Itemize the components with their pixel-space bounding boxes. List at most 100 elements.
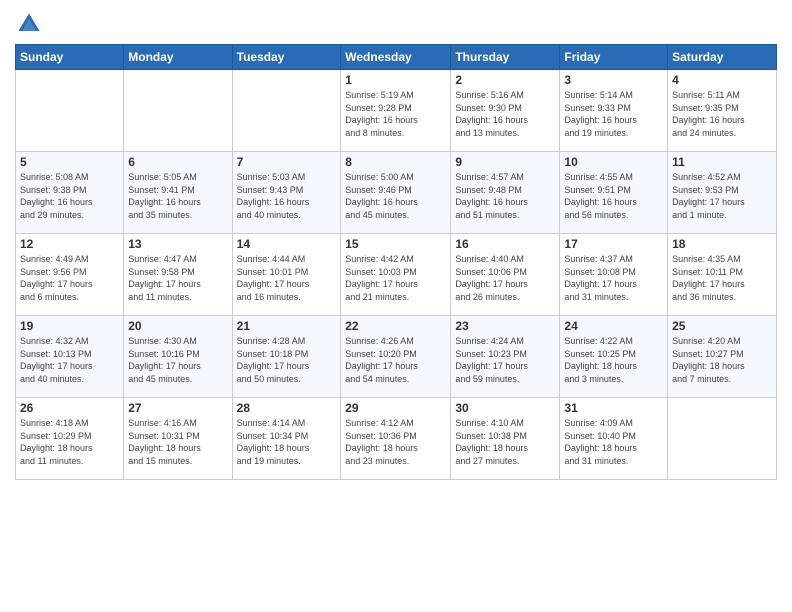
day-number: 6 — [128, 155, 227, 169]
day-number: 8 — [345, 155, 446, 169]
day-info: Sunrise: 4:32 AM Sunset: 10:13 PM Daylig… — [20, 335, 119, 385]
day-number: 1 — [345, 73, 446, 87]
calendar-cell: 21 Sunrise: 4:28 AM Sunset: 10:18 PM Dayl… — [232, 316, 341, 398]
logo — [15, 10, 47, 38]
day-info: Sunrise: 5:03 AM Sunset: 9:43 PM Dayligh… — [237, 171, 337, 221]
calendar-cell: 31 Sunrise: 4:09 AM Sunset: 10:40 PM Dayl… — [560, 398, 668, 480]
day-info: Sunrise: 5:14 AM Sunset: 9:33 PM Dayligh… — [564, 89, 663, 139]
calendar-cell: 11 Sunrise: 4:52 AM Sunset: 9:53 PM Dayli… — [668, 152, 777, 234]
day-info: Sunrise: 5:08 AM Sunset: 9:38 PM Dayligh… — [20, 171, 119, 221]
calendar-cell: 1Sunrise: 5:19 AM Sunset: 9:28 PM Daylig… — [341, 70, 451, 152]
calendar-cell — [124, 70, 232, 152]
day-number: 27 — [128, 401, 227, 415]
calendar-cell: 13Sunrise: 4:47 AM Sunset: 9:58 PM Dayli… — [124, 234, 232, 316]
calendar-cell: 18Sunrise: 4:35 AM Sunset: 10:11 PM Dayl… — [668, 234, 777, 316]
day-number: 11 — [672, 155, 772, 169]
calendar-cell: 25 Sunrise: 4:20 AM Sunset: 10:27 PM Dayl… — [668, 316, 777, 398]
day-info: Sunrise: 4:35 AM Sunset: 10:11 PM Daylig… — [672, 253, 772, 303]
calendar-cell: 10 Sunrise: 4:55 AM Sunset: 9:51 PM Dayli… — [560, 152, 668, 234]
day-info: Sunrise: 4:10 AM Sunset: 10:38 PM Daylig… — [455, 417, 555, 467]
calendar-cell: 6 Sunrise: 5:05 AM Sunset: 9:41 PM Daylig… — [124, 152, 232, 234]
day-info: Sunrise: 4:49 AM Sunset: 9:56 PM Dayligh… — [20, 253, 119, 303]
day-number: 15 — [345, 237, 446, 251]
day-info: Sunrise: 4:42 AM Sunset: 10:03 PM Daylig… — [345, 253, 446, 303]
day-info: Sunrise: 4:24 AM Sunset: 10:23 PM Daylig… — [455, 335, 555, 385]
calendar-cell: 2 Sunrise: 5:16 AM Sunset: 9:30 PM Daylig… — [451, 70, 560, 152]
calendar-day-header: Thursday — [451, 45, 560, 70]
day-info: Sunrise: 4:57 AM Sunset: 9:48 PM Dayligh… — [455, 171, 555, 221]
calendar-cell — [668, 398, 777, 480]
day-info: Sunrise: 4:40 AM Sunset: 10:06 PM Daylig… — [455, 253, 555, 303]
calendar-cell: 17 Sunrise: 4:37 AM Sunset: 10:08 PM Dayl… — [560, 234, 668, 316]
day-number: 13 — [128, 237, 227, 251]
day-info: Sunrise: 5:00 AM Sunset: 9:46 PM Dayligh… — [345, 171, 446, 221]
day-number: 16 — [455, 237, 555, 251]
day-number: 14 — [237, 237, 337, 251]
calendar-week-row: 26Sunrise: 4:18 AM Sunset: 10:29 PM Dayl… — [16, 398, 777, 480]
calendar-week-row: 1Sunrise: 5:19 AM Sunset: 9:28 PM Daylig… — [16, 70, 777, 152]
day-number: 17 — [564, 237, 663, 251]
calendar-cell: 4 Sunrise: 5:11 AM Sunset: 9:35 PM Daylig… — [668, 70, 777, 152]
day-info: Sunrise: 4:16 AM Sunset: 10:31 PM Daylig… — [128, 417, 227, 467]
day-info: Sunrise: 4:12 AM Sunset: 10:36 PM Daylig… — [345, 417, 446, 467]
day-info: Sunrise: 4:37 AM Sunset: 10:08 PM Daylig… — [564, 253, 663, 303]
calendar-cell: 27 Sunrise: 4:16 AM Sunset: 10:31 PM Dayl… — [124, 398, 232, 480]
calendar-week-row: 5 Sunrise: 5:08 AM Sunset: 9:38 PM Daylig… — [16, 152, 777, 234]
calendar-cell: 15 Sunrise: 4:42 AM Sunset: 10:03 PM Dayl… — [341, 234, 451, 316]
calendar-day-header: Tuesday — [232, 45, 341, 70]
calendar-day-header: Wednesday — [341, 45, 451, 70]
calendar-day-header: Friday — [560, 45, 668, 70]
calendar-week-row: 19 Sunrise: 4:32 AM Sunset: 10:13 PM Dayl… — [16, 316, 777, 398]
calendar-cell: 23 Sunrise: 4:24 AM Sunset: 10:23 PM Dayl… — [451, 316, 560, 398]
day-info: Sunrise: 4:52 AM Sunset: 9:53 PM Dayligh… — [672, 171, 772, 221]
day-number: 31 — [564, 401, 663, 415]
day-number: 23 — [455, 319, 555, 333]
calendar-cell: 12 Sunrise: 4:49 AM Sunset: 9:56 PM Dayli… — [16, 234, 124, 316]
calendar-cell: 3 Sunrise: 5:14 AM Sunset: 9:33 PM Daylig… — [560, 70, 668, 152]
day-number: 12 — [20, 237, 119, 251]
calendar-cell: 19 Sunrise: 4:32 AM Sunset: 10:13 PM Dayl… — [16, 316, 124, 398]
day-info: Sunrise: 4:26 AM Sunset: 10:20 PM Daylig… — [345, 335, 446, 385]
calendar-cell: 29 Sunrise: 4:12 AM Sunset: 10:36 PM Dayl… — [341, 398, 451, 480]
calendar-cell: 26Sunrise: 4:18 AM Sunset: 10:29 PM Dayl… — [16, 398, 124, 480]
day-info: Sunrise: 4:20 AM Sunset: 10:27 PM Daylig… — [672, 335, 772, 385]
day-number: 24 — [564, 319, 663, 333]
calendar-cell: 28 Sunrise: 4:14 AM Sunset: 10:34 PM Dayl… — [232, 398, 341, 480]
day-number: 25 — [672, 319, 772, 333]
logo-icon — [15, 10, 43, 38]
day-number: 7 — [237, 155, 337, 169]
day-number: 10 — [564, 155, 663, 169]
day-number: 28 — [237, 401, 337, 415]
day-number: 22 — [345, 319, 446, 333]
day-info: Sunrise: 4:14 AM Sunset: 10:34 PM Daylig… — [237, 417, 337, 467]
day-number: 2 — [455, 73, 555, 87]
day-number: 26 — [20, 401, 119, 415]
day-info: Sunrise: 4:28 AM Sunset: 10:18 PM Daylig… — [237, 335, 337, 385]
day-number: 4 — [672, 73, 772, 87]
calendar-cell: 14Sunrise: 4:44 AM Sunset: 10:01 PM Dayl… — [232, 234, 341, 316]
calendar-table: SundayMondayTuesdayWednesdayThursdayFrid… — [15, 44, 777, 480]
day-number: 29 — [345, 401, 446, 415]
calendar-cell: 16 Sunrise: 4:40 AM Sunset: 10:06 PM Dayl… — [451, 234, 560, 316]
day-info: Sunrise: 4:30 AM Sunset: 10:16 PM Daylig… — [128, 335, 227, 385]
calendar-cell — [16, 70, 124, 152]
day-number: 5 — [20, 155, 119, 169]
calendar-cell: 9 Sunrise: 4:57 AM Sunset: 9:48 PM Daylig… — [451, 152, 560, 234]
day-number: 19 — [20, 319, 119, 333]
day-number: 9 — [455, 155, 555, 169]
day-info: Sunrise: 5:11 AM Sunset: 9:35 PM Dayligh… — [672, 89, 772, 139]
day-info: Sunrise: 5:16 AM Sunset: 9:30 PM Dayligh… — [455, 89, 555, 139]
day-number: 21 — [237, 319, 337, 333]
calendar-cell: 7 Sunrise: 5:03 AM Sunset: 9:43 PM Daylig… — [232, 152, 341, 234]
header — [15, 10, 777, 38]
calendar-day-header: Monday — [124, 45, 232, 70]
day-number: 3 — [564, 73, 663, 87]
calendar-header-row: SundayMondayTuesdayWednesdayThursdayFrid… — [16, 45, 777, 70]
calendar-cell: 30 Sunrise: 4:10 AM Sunset: 10:38 PM Dayl… — [451, 398, 560, 480]
day-info: Sunrise: 4:22 AM Sunset: 10:25 PM Daylig… — [564, 335, 663, 385]
calendar-cell: 20Sunrise: 4:30 AM Sunset: 10:16 PM Dayl… — [124, 316, 232, 398]
day-info: Sunrise: 5:05 AM Sunset: 9:41 PM Dayligh… — [128, 171, 227, 221]
day-number: 30 — [455, 401, 555, 415]
day-info: Sunrise: 4:09 AM Sunset: 10:40 PM Daylig… — [564, 417, 663, 467]
day-info: Sunrise: 4:55 AM Sunset: 9:51 PM Dayligh… — [564, 171, 663, 221]
